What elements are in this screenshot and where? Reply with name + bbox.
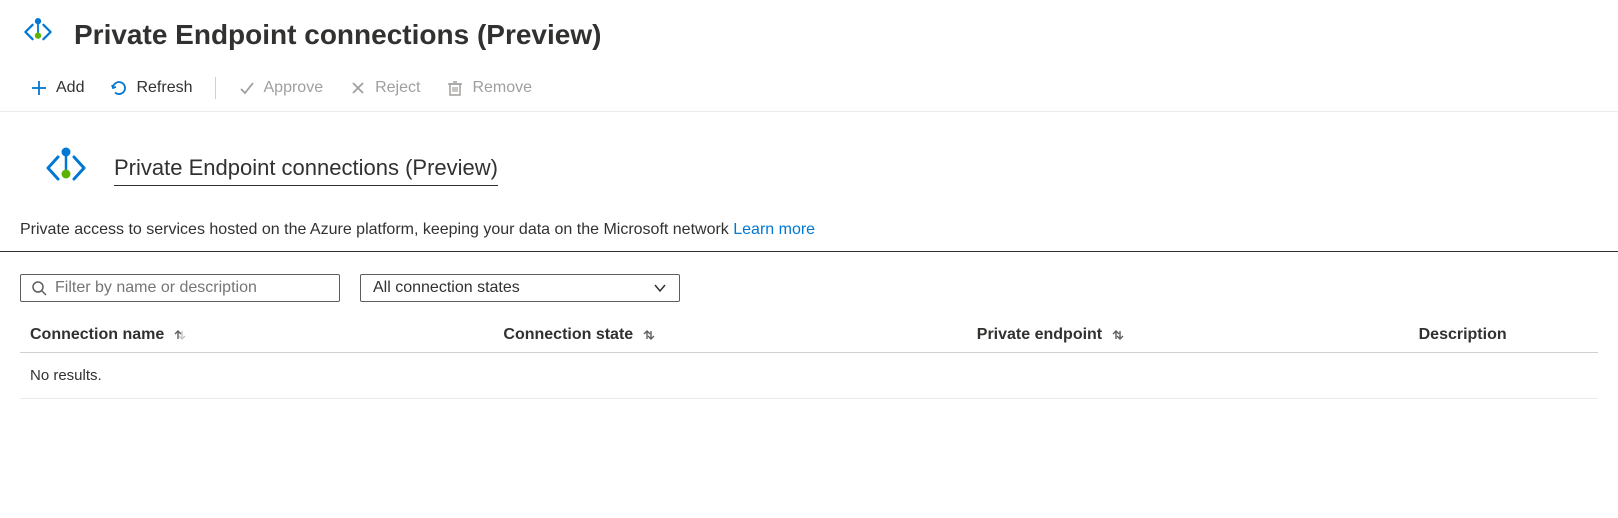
remove-button[interactable]: Remove	[436, 73, 542, 103]
trash-icon	[446, 79, 464, 97]
sort-icon	[1111, 328, 1125, 342]
remove-label: Remove	[472, 79, 532, 97]
add-label: Add	[56, 79, 84, 97]
sort-icon	[173, 328, 187, 342]
plus-icon	[30, 79, 48, 97]
connection-state-select[interactable]: All connection states	[360, 274, 680, 302]
checkmark-icon	[238, 79, 256, 97]
private-endpoint-icon	[40, 142, 92, 199]
approve-button[interactable]: Approve	[228, 73, 334, 103]
private-endpoint-icon	[20, 14, 56, 55]
filters-row: All connection states	[0, 252, 1618, 312]
add-button[interactable]: Add	[20, 73, 94, 103]
chevron-down-icon	[653, 281, 667, 295]
refresh-button[interactable]: Refresh	[100, 73, 202, 103]
learn-more-link[interactable]: Learn more	[733, 221, 815, 238]
refresh-icon	[110, 79, 128, 97]
column-header-name[interactable]: Connection name	[20, 318, 493, 353]
toolbar-separator	[215, 77, 216, 99]
connection-state-value: All connection states	[373, 279, 520, 297]
page-header: Private Endpoint connections (Preview)	[0, 0, 1618, 65]
refresh-label: Refresh	[136, 79, 192, 97]
search-icon	[31, 280, 47, 296]
filter-search-wrap[interactable]	[20, 274, 340, 302]
description-text: Private access to services hosted on the…	[20, 221, 733, 238]
column-header-endpoint[interactable]: Private endpoint	[967, 318, 1409, 353]
connections-table: Connection name Connection state Private…	[20, 318, 1598, 399]
filter-search-input[interactable]	[55, 279, 329, 297]
reject-button[interactable]: Reject	[339, 73, 430, 103]
table-header-row: Connection name Connection state Private…	[20, 318, 1598, 353]
cross-icon	[349, 79, 367, 97]
reject-label: Reject	[375, 79, 420, 97]
description-row: Private access to services hosted on the…	[0, 211, 1618, 252]
command-bar: Add Refresh Approve Reject Remove	[0, 65, 1618, 112]
page-title: Private Endpoint connections (Preview)	[74, 19, 601, 51]
section-title: Private Endpoint connections (Preview)	[114, 155, 498, 186]
column-header-description[interactable]: Description	[1409, 318, 1598, 353]
column-header-state[interactable]: Connection state	[493, 318, 966, 353]
section-header: Private Endpoint connections (Preview)	[0, 112, 1618, 211]
approve-label: Approve	[264, 79, 324, 97]
sort-icon	[642, 328, 656, 342]
empty-message: No results.	[20, 353, 1598, 399]
table-row-empty: No results.	[20, 353, 1598, 399]
